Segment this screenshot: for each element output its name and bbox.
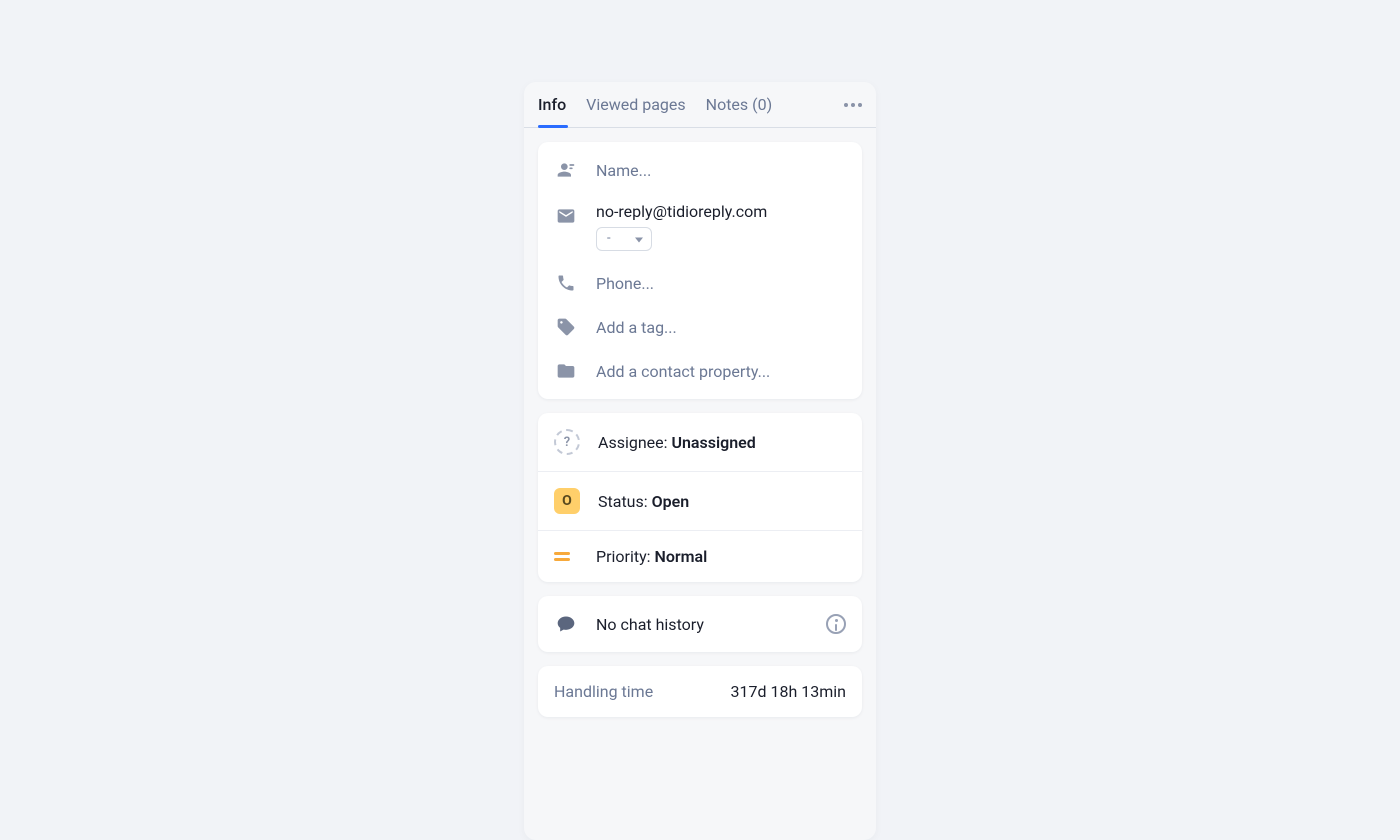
tabs-bar: Info Viewed pages Notes (0) [524,82,876,128]
tag-icon [554,315,578,339]
phone-placeholder: Phone... [596,274,654,293]
priority-normal-icon [554,552,578,561]
name-row[interactable]: Name... [538,142,862,192]
email-row[interactable]: no-reply@tidioreply.com - [538,192,862,261]
email-value: no-reply@tidioreply.com [596,202,767,221]
info-icon[interactable] [826,614,846,634]
contact-sidebar-panel: Info Viewed pages Notes (0) Name... no-r… [524,82,876,840]
mail-icon [554,204,578,228]
tab-notes[interactable]: Notes (0) [696,83,783,127]
property-placeholder: Add a contact property... [596,362,770,381]
status-open-icon: O [554,488,580,514]
tab-info[interactable]: Info [538,83,576,127]
phone-row[interactable]: Phone... [538,261,862,305]
tag-placeholder: Add a tag... [596,318,677,337]
ticket-meta-card: ? Assignee: Unassigned O Status: Open Pr… [538,413,862,582]
property-row[interactable]: Add a contact property... [538,349,862,399]
tag-row[interactable]: Add a tag... [538,305,862,349]
panel-content: Name... no-reply@tidioreply.com - Phone.… [524,128,876,731]
priority-row[interactable]: Priority: Normal [538,530,862,582]
chat-history-card: No chat history [538,596,862,652]
chat-history-text: No chat history [596,615,808,634]
assignee-row[interactable]: ? Assignee: Unassigned [538,413,862,471]
folder-icon [554,359,578,383]
status-label: Status: Open [598,492,689,511]
chat-bubble-icon [554,612,578,636]
handling-time-value: 317d 18h 13min [731,682,846,701]
handling-time-card: Handling time 317d 18h 13min [538,666,862,717]
email-type-select[interactable]: - [596,227,652,251]
assignee-label: Assignee: Unassigned [598,433,756,452]
handling-time-label: Handling time [554,682,653,701]
phone-icon [554,271,578,295]
person-icon [554,158,578,182]
tab-viewed-pages[interactable]: Viewed pages [576,83,695,127]
contact-card: Name... no-reply@tidioreply.com - Phone.… [538,142,862,399]
name-placeholder: Name... [596,161,651,180]
status-row[interactable]: O Status: Open [538,471,862,530]
priority-label: Priority: Normal [596,547,707,566]
unassigned-avatar-icon: ? [554,429,580,455]
more-tabs-button[interactable] [844,95,862,115]
